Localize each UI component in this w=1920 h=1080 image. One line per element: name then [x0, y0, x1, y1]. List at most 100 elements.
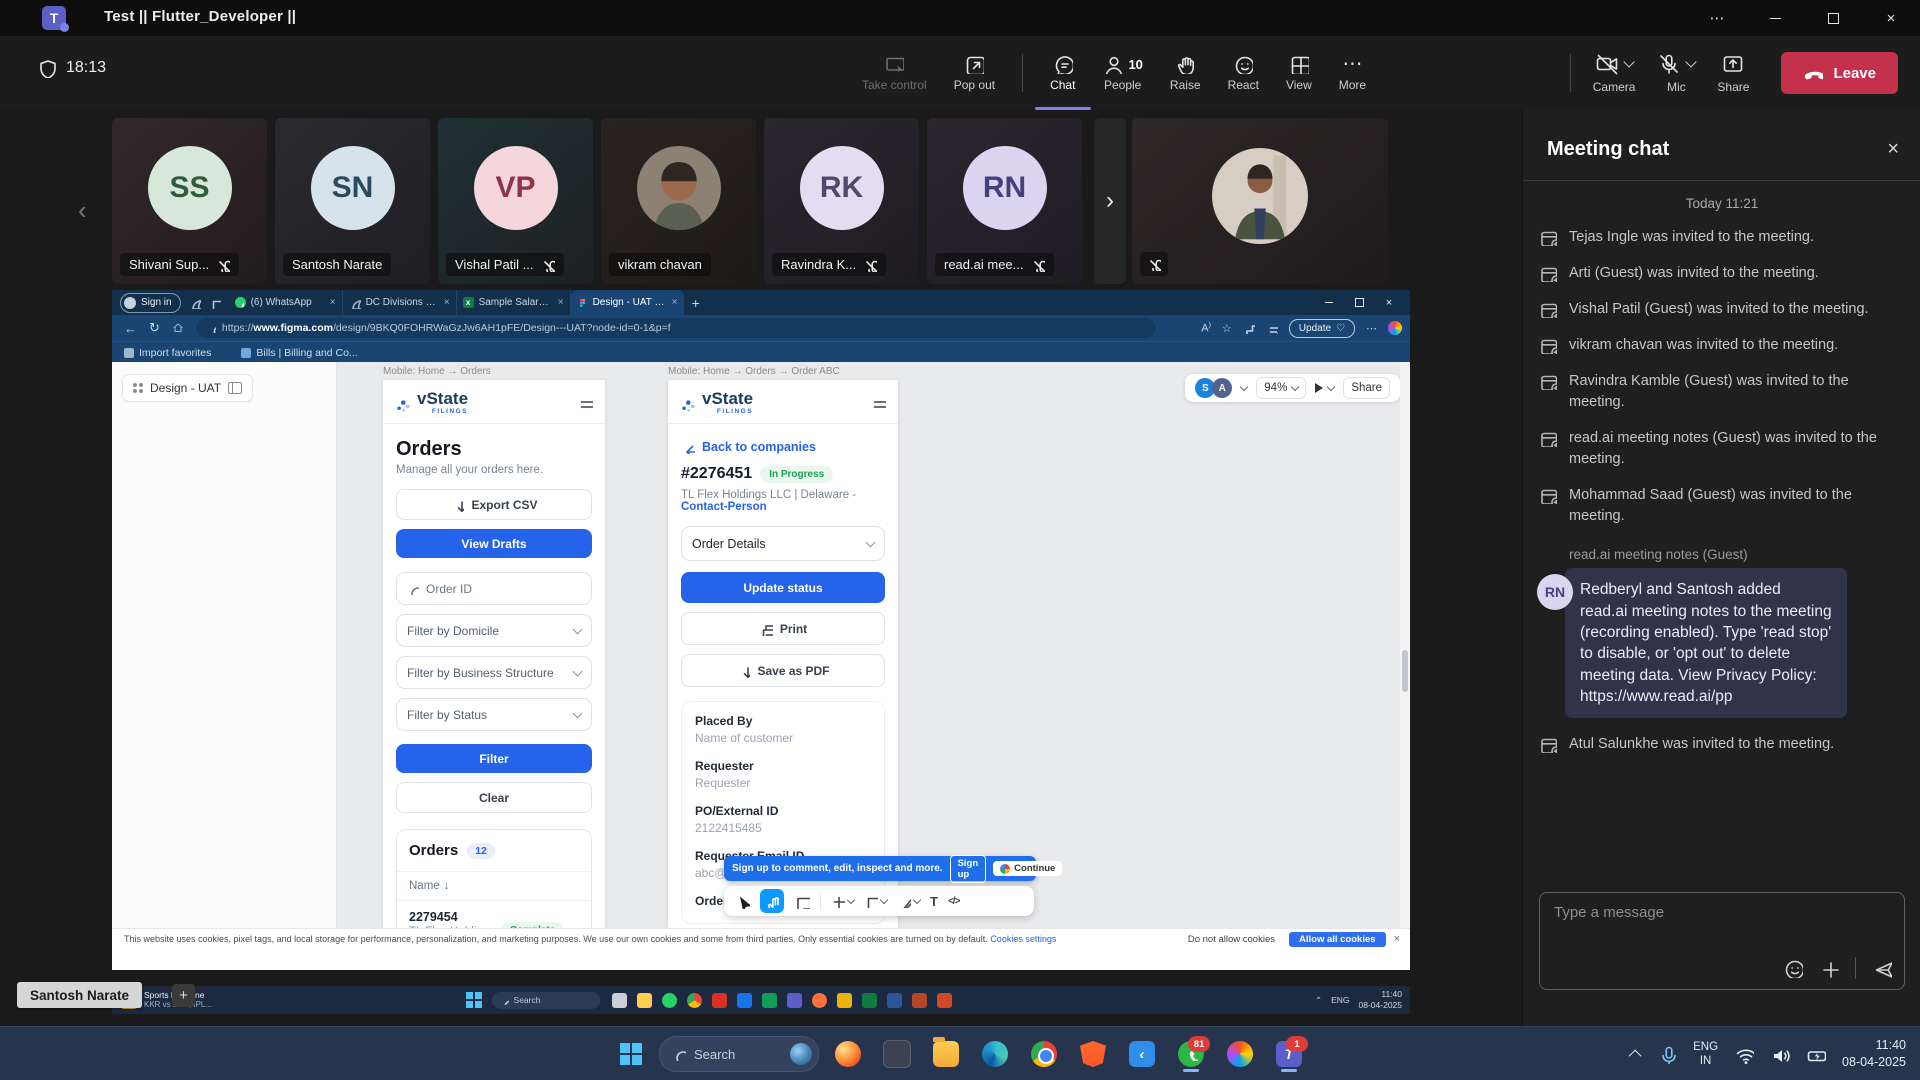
mic-options-chevron-icon[interactable]	[1686, 56, 1697, 67]
move-tool-icon[interactable]	[734, 893, 750, 909]
filter-status-dropdown[interactable]: Filter by Status	[396, 698, 592, 731]
shape-tool[interactable]	[864, 894, 887, 908]
taskbar-teams-icon[interactable]: T 1	[1269, 1034, 1309, 1074]
order-details-dropdown[interactable]: Order Details	[681, 526, 885, 561]
shared-taskbar-icon[interactable]	[687, 993, 702, 1008]
browser-tab-figma[interactable]: Design - UAT – Figma ×	[571, 290, 684, 315]
tab-close-icon[interactable]: ×	[672, 297, 678, 308]
raise-hand-button[interactable]: Raise	[1170, 36, 1201, 110]
browser-signin-chip[interactable]: Sign in	[120, 293, 181, 313]
shared-search-box[interactable]: Search	[492, 992, 600, 1009]
vertical-tabs-icon[interactable]	[209, 297, 221, 309]
browser-menu-icon[interactable]: ⋯	[1366, 322, 1377, 335]
attach-plus-icon[interactable]	[1819, 958, 1839, 978]
chat-messages[interactable]: Today 11:21 Tejas Ingle was invited to t…	[1539, 196, 1905, 770]
save-as-pdf-button[interactable]: Save as PDF	[681, 654, 885, 687]
frame-breadcrumb[interactable]: Mobile: Home → Orders	[383, 366, 491, 377]
refresh-icon[interactable]: ↻	[149, 320, 160, 336]
hand-tool-icon[interactable]	[760, 889, 784, 913]
shared-taskbar-icon[interactable]	[762, 993, 777, 1008]
taskbar-file-explorer-icon[interactable]	[926, 1034, 966, 1074]
tray-mic-icon[interactable]	[1657, 1044, 1677, 1064]
participant-tile[interactable]: SN Santosh Narate	[275, 118, 430, 284]
cookies-settings-link[interactable]: Cookies settings	[990, 934, 1056, 944]
scroll-left-icon[interactable]: ‹	[78, 195, 87, 226]
new-tab-button[interactable]: +	[692, 295, 700, 311]
hamburger-menu-icon[interactable]	[870, 395, 886, 411]
camera-button[interactable]: Camera	[1593, 36, 1636, 110]
figma-file-chip[interactable]: Design - UAT	[122, 374, 253, 402]
more-button[interactable]: ⋯ More	[1339, 36, 1366, 110]
deny-cookies-link[interactable]: Do not allow cookies	[1188, 934, 1275, 945]
participant-tile[interactable]: VP Vishal Patil ...	[438, 118, 593, 284]
scroll-right-button[interactable]: ›	[1094, 118, 1126, 284]
shared-taskbar-icon[interactable]	[812, 993, 827, 1008]
browser-tab-whatsapp[interactable]: (6) WhatsApp ×	[229, 290, 343, 315]
browser-minimize-button[interactable]	[1314, 297, 1344, 309]
shared-taskbar-icon[interactable]	[637, 993, 652, 1008]
back-to-companies-link[interactable]: Back to companies	[681, 440, 885, 454]
contact-person-link[interactable]: Contact-Person	[681, 501, 767, 513]
camera-options-chevron-icon[interactable]	[1623, 56, 1634, 67]
close-button[interactable]: ×	[1862, 10, 1920, 27]
allow-cookies-button[interactable]: Allow all cookies	[1289, 932, 1386, 947]
spotlight-tile[interactable]	[1132, 118, 1388, 284]
export-csv-button[interactable]: Export CSV	[396, 489, 592, 520]
shared-taskbar-icon[interactable]	[912, 993, 927, 1008]
read-aloud-icon[interactable]: A)	[1201, 322, 1211, 335]
people-button[interactable]: 10 People	[1102, 36, 1142, 110]
filter-button[interactable]: Filter	[396, 744, 592, 773]
hamburger-menu-icon[interactable]	[577, 395, 593, 411]
browser-restore-button[interactable]	[1344, 297, 1374, 309]
taskbar-app-icon[interactable]	[877, 1034, 917, 1074]
browser-tab-dc-divisions[interactable]: DC Divisions and Surroundings ×	[343, 290, 457, 315]
scrollbar-thumb[interactable]	[1402, 650, 1408, 692]
share-button[interactable]: Share	[1717, 36, 1749, 110]
clear-button[interactable]: Clear	[396, 782, 592, 813]
chat-message[interactable]: RN Redberyl and Santosh added read.ai me…	[1565, 568, 1905, 718]
collaborator-avatar[interactable]: A	[1212, 378, 1232, 398]
view-button[interactable]: View	[1286, 36, 1312, 110]
taskbar-whatsapp-icon[interactable]: 81	[1171, 1034, 1211, 1074]
participant-tile[interactable]: vikram chavan	[601, 118, 756, 284]
tab-search-icon[interactable]	[189, 297, 201, 309]
taskbar-edge-icon[interactable]	[975, 1034, 1015, 1074]
favorites-bar-icon[interactable]	[1266, 322, 1278, 334]
emoji-icon[interactable]	[1783, 958, 1803, 978]
print-button[interactable]: Print	[681, 612, 885, 645]
shared-system-tray[interactable]: ⌃ ENG 11:4008-04-2025	[1315, 989, 1402, 1011]
home-icon[interactable]	[172, 322, 184, 334]
pop-out-button[interactable]: Pop out	[954, 36, 995, 110]
shared-taskbar-icon[interactable]	[787, 993, 802, 1008]
battery-icon[interactable]	[1806, 1044, 1826, 1064]
start-icon[interactable]	[466, 992, 482, 1008]
wifi-icon[interactable]	[1734, 1044, 1754, 1064]
figma-share-button[interactable]: Share	[1343, 377, 1390, 399]
plus-button[interactable]: +	[172, 984, 195, 1007]
react-button[interactable]: React	[1228, 36, 1259, 110]
browser-tab-excel[interactable]: x Sample Salary Structure with calc ×	[457, 290, 571, 315]
taskbar-search[interactable]: Search	[659, 1036, 819, 1072]
browser-close-button[interactable]: ×	[1374, 297, 1404, 309]
order-id-search-input[interactable]: Order ID	[396, 572, 592, 605]
figma-frame-orders[interactable]: vStateFILINGS Orders Manage all your ord…	[383, 380, 605, 928]
address-bar[interactable]: https://www.figma.com/design/9BKQ0FOHRWa…	[196, 318, 1156, 338]
chevron-down-icon[interactable]	[1240, 383, 1248, 391]
extensions-icon[interactable]	[1243, 322, 1255, 334]
browser-update-button[interactable]: Update ♡	[1289, 319, 1355, 338]
frame-breadcrumb[interactable]: Mobile: Home → Orders → Order ABC	[668, 366, 840, 377]
present-button[interactable]	[1315, 383, 1334, 393]
shared-taskbar-icon[interactable]	[862, 993, 877, 1008]
pen-tool[interactable]	[897, 894, 920, 908]
bookmark-import-favorites[interactable]: Import favorites	[124, 347, 211, 359]
taskbar-firefox-icon[interactable]	[828, 1034, 868, 1074]
taskbar-vscode-icon[interactable]: ‹	[1122, 1034, 1162, 1074]
taskbar-chrome-icon[interactable]	[1024, 1034, 1064, 1074]
chat-input[interactable]	[1552, 903, 1886, 922]
chat-close-icon[interactable]: ×	[1887, 138, 1899, 161]
app-options-icon[interactable]: ⋯	[1688, 9, 1746, 27]
minimize-button[interactable]	[1746, 10, 1804, 27]
tab-close-icon[interactable]: ×	[444, 297, 450, 308]
shared-taskbar-icon[interactable]	[612, 993, 627, 1008]
zoom-control[interactable]: 94%	[1256, 377, 1306, 399]
